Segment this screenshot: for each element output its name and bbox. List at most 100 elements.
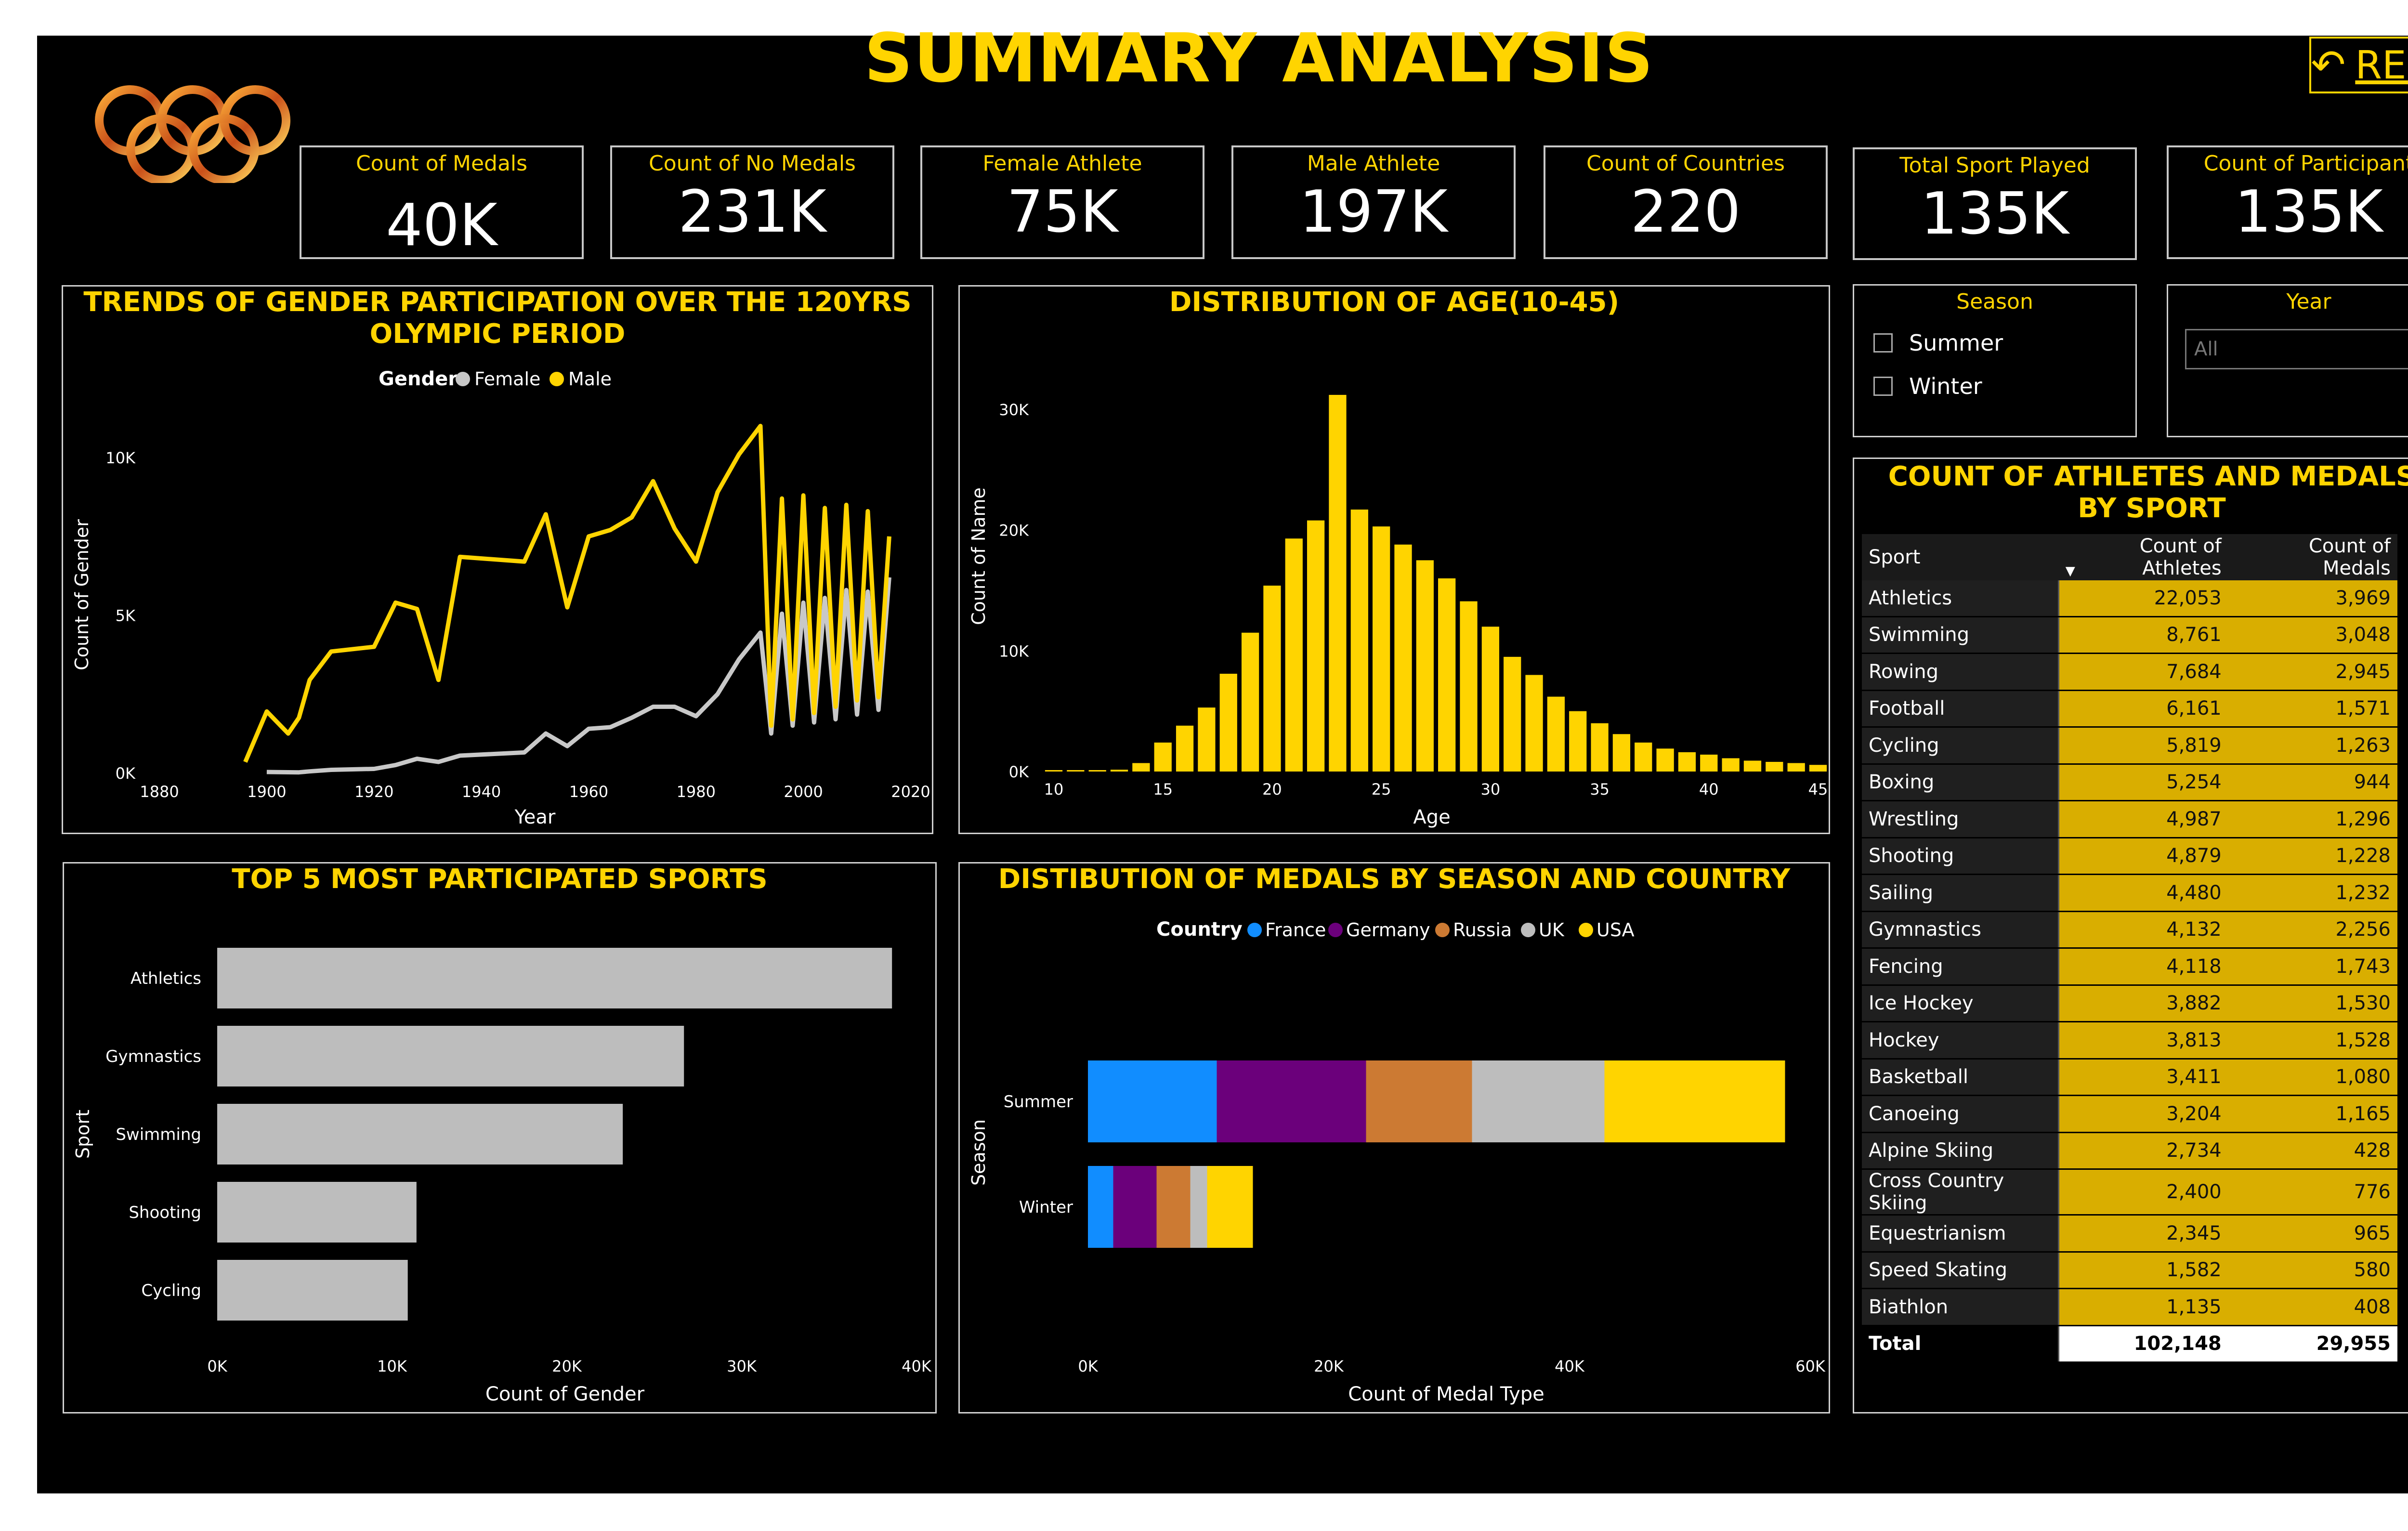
y-axis-title: Season [968, 1119, 989, 1186]
x-tick-label: 1980 [677, 783, 716, 801]
x-tick-label: 10K [377, 1357, 407, 1375]
age-bar [1787, 763, 1805, 772]
legend-label: Female [474, 368, 540, 390]
age-bar [1656, 748, 1674, 772]
x-tick-label: 1880 [140, 783, 179, 801]
table-row: Cross Country Skiing 2,400 776 [1862, 1169, 2397, 1216]
age-bar [1525, 675, 1543, 772]
table-cell-medals: 3,048 [2228, 616, 2397, 654]
kpi-label: Male Athlete [1307, 151, 1440, 176]
column-header-count-of-athletes[interactable]: Count of Athletes ▼ [2058, 534, 2228, 580]
option-label: Summer [1909, 330, 2003, 356]
top5-sports-panel: TOP 5 MOST PARTICIPATED SPORTS Athletics… [63, 862, 937, 1413]
checkbox[interactable] [1873, 333, 1893, 353]
column-header-sport[interactable]: Sport [1862, 534, 2059, 580]
table-row: Equestrianism 2,345 965 [1862, 1215, 2397, 1253]
x-tick-label: 20K [1314, 1357, 1344, 1375]
table-cell-sport: Speed Skating [1862, 1252, 2060, 1289]
table-cell-medals: 29,955 [2228, 1325, 2397, 1363]
x-tick-label: 0K [207, 1357, 227, 1375]
column-header-label: Count of Athletes [2139, 535, 2222, 579]
age-bar [1722, 758, 1740, 772]
year-dropdown[interactable]: All ⌄ [2185, 329, 2408, 369]
legend-marker [456, 372, 470, 386]
medals-season-country-chart: Country France Germany Russia UK USA Summer Win… [968, 918, 1826, 1405]
option-label: Winter [1909, 373, 1982, 399]
y-tick-label: 0K [1009, 763, 1029, 781]
age-bar [1154, 742, 1172, 772]
sport-bar [217, 1182, 417, 1243]
sport-bar [217, 948, 892, 1008]
table-row: Hockey 3,813 1,528 [1862, 1021, 2397, 1060]
x-tick-label: 40K [902, 1357, 932, 1375]
table-cell-sport: Ice Hockey [1862, 985, 2060, 1022]
age-bar [1088, 770, 1106, 772]
table-row: Boxing 5,254 944 [1862, 764, 2397, 801]
table-cell-sport: Athletics [1862, 580, 2060, 617]
kpi-value: 197K [1299, 179, 1448, 246]
table-cell-medals: 428 [2228, 1132, 2397, 1170]
season-option-winter[interactable]: Winter [1873, 373, 1982, 399]
table-row: Swimming 8,761 3,048 [1862, 616, 2397, 654]
table-cell-medals: 1,165 [2228, 1095, 2397, 1133]
x-tick-label: 40 [1699, 780, 1719, 798]
table-cell-medals: 580 [2228, 1252, 2397, 1289]
table-cell-athletes: 4,132 [2058, 911, 2228, 949]
legend-label: Male [568, 368, 612, 390]
table-header-row: Sport Count of Athletes ▼ Count of Medal… [1862, 534, 2397, 580]
table-cell-sport: Sailing [1862, 874, 2060, 912]
kpi-card-count-of-participant: Count of Participant 135K [2167, 145, 2408, 259]
table-cell-sport: Rowing [1862, 653, 2060, 691]
season-slicer: Season Summer Winter [1853, 284, 2137, 437]
page-title: SUMMARY ANALYSIS [864, 19, 1654, 98]
y-tick-label: 30K [999, 401, 1029, 419]
sport-bar [217, 1026, 684, 1086]
column-header-count-of-medals[interactable]: Count of Medals [2228, 534, 2397, 580]
x-axis-title: Count of Gender [485, 1383, 645, 1405]
legend-marker [1328, 923, 1343, 937]
x-tick-label: 35 [1590, 780, 1610, 798]
checkbox[interactable] [1873, 377, 1893, 396]
table-cell-sport: Canoeing [1862, 1095, 2060, 1133]
series-line-male [243, 424, 891, 763]
y-tick-label: 10K [999, 642, 1029, 660]
kpi-label: Total Sport Played [1899, 153, 2090, 178]
y-tick-label: Shooting [129, 1203, 201, 1222]
y-tick-label: 0K [116, 764, 136, 783]
table-cell-medals: 1,263 [2228, 727, 2397, 765]
y-axis-title: Count of Name [968, 487, 989, 625]
legend-label: Germany [1346, 919, 1430, 941]
table-row: Rowing 7,684 2,945 [1862, 653, 2397, 691]
stacked-bar-segment-uk [1472, 1060, 1605, 1142]
reset-button[interactable]: ↶ RESET [2309, 37, 2408, 93]
kpi-label: Count of No Medals [649, 151, 856, 176]
table-row: Shooting 4,879 1,228 [1862, 837, 2397, 875]
x-axis-title: Count of Medal Type [1348, 1383, 1544, 1405]
kpi-label: Count of Participant [2203, 151, 2408, 176]
stacked-bar-segment-russia [1366, 1060, 1472, 1142]
table-row: Cycling 5,819 1,263 [1862, 727, 2397, 765]
table-cell-sport: Total [1862, 1325, 2060, 1363]
table-cell-athletes: 3,204 [2058, 1095, 2228, 1133]
age-bar [1045, 770, 1063, 772]
table-cell-medals: 1,528 [2228, 1021, 2397, 1060]
table-row: Fencing 4,118 1,743 [1862, 948, 2397, 986]
y-axis-title: Count of Gender [71, 519, 92, 670]
table-cell-sport: Equestrianism [1862, 1215, 2060, 1253]
table-row: Canoeing 3,204 1,165 [1862, 1095, 2397, 1133]
table-cell-medals: 2,256 [2228, 911, 2397, 949]
table-row: Wrestling 4,987 1,296 [1862, 800, 2397, 838]
season-option-summer[interactable]: Summer [1873, 330, 2003, 356]
x-tick-label: 15 [1153, 780, 1173, 798]
kpi-card-female-athlete: Female Athlete 75K [920, 145, 1204, 259]
table-cell-athletes: 3,813 [2058, 1021, 2228, 1060]
table-cell-athletes: 3,882 [2058, 985, 2228, 1022]
age-bar [1700, 754, 1718, 772]
table-cell-medals: 1,571 [2228, 690, 2397, 728]
x-tick-label: 60K [1795, 1357, 1826, 1375]
kpi-card-count-of-countries: Count of Countries 220 [1544, 145, 1828, 259]
x-tick-label: 30 [1480, 780, 1500, 798]
table-cell-athletes: 7,684 [2058, 653, 2228, 691]
season-slicer-title: Season [1956, 289, 2033, 314]
kpi-value: 220 [1630, 179, 1741, 246]
